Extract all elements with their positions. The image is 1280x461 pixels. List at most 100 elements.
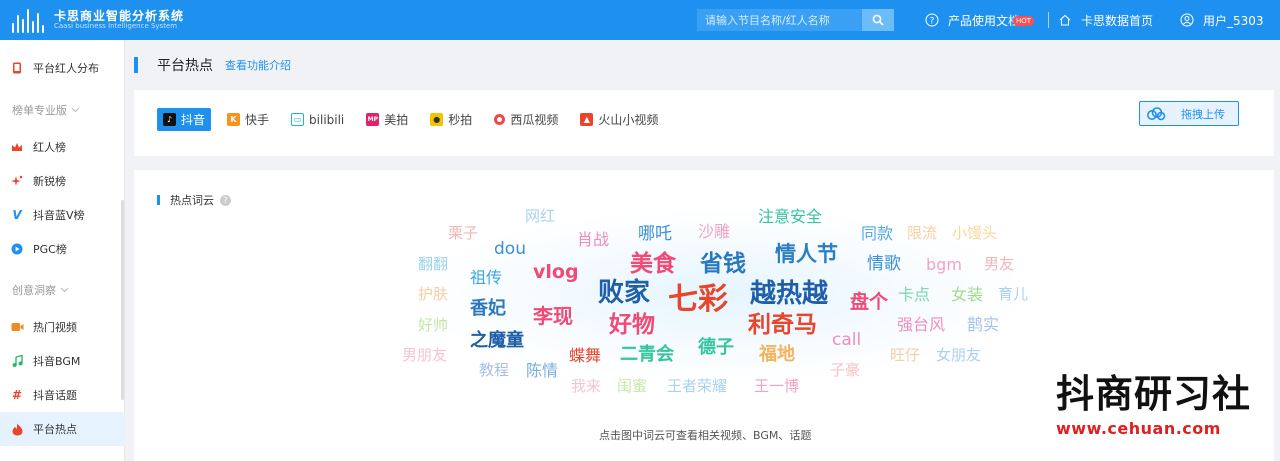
word-cloud-word[interactable]: 我来 — [571, 379, 601, 394]
word-cloud-word[interactable]: 鹊实 — [967, 317, 999, 333]
word-cloud-word[interactable]: 王一博 — [754, 379, 799, 394]
word-cloud-word[interactable]: 利奇马 — [748, 314, 817, 337]
word-cloud-word[interactable]: 注意安全 — [758, 209, 822, 225]
docs-link[interactable]: ? 产品使用文档 HOT — [925, 0, 1035, 40]
word-cloud-word[interactable]: 陈情 — [526, 363, 558, 379]
home-link[interactable]: 卡思数据首页 — [1058, 0, 1153, 40]
sidebar-item-label: 红人榜 — [33, 141, 66, 154]
word-cloud-word[interactable]: vlog — [533, 263, 579, 282]
word-cloud-word[interactable]: 闺蜜 — [617, 379, 647, 394]
crown-icon — [10, 142, 24, 152]
app-logo[interactable]: 卡思商业智能分析系统 Caasi business Intelligence S… — [12, 7, 184, 33]
tab-douyin[interactable]: ♪ 抖音 — [157, 108, 212, 131]
kuaishou-icon: K — [227, 113, 241, 126]
word-cloud-word[interactable]: 男友 — [984, 257, 1014, 272]
word-cloud-word[interactable]: 栗子 — [448, 226, 478, 241]
word-cloud-word[interactable]: 女装 — [951, 287, 983, 303]
sidebar-item-douyin-topics[interactable]: # 抖音话题 — [0, 378, 125, 412]
video-icon — [10, 322, 24, 332]
sidebar-scrollbar[interactable] — [121, 200, 124, 400]
docs-label: 产品使用文档 HOT — [948, 12, 1035, 29]
word-cloud-word[interactable]: 小馒头 — [952, 226, 997, 241]
search-input[interactable] — [697, 9, 862, 31]
word-cloud-word[interactable]: 子豪 — [830, 363, 860, 378]
header-accent-bar — [134, 57, 138, 73]
word-cloud-word[interactable]: 护肤 — [418, 287, 448, 302]
tab-huoshan[interactable]: ▲ 火山小视频 — [574, 108, 664, 131]
logo-mark-icon — [12, 7, 46, 33]
word-cloud-word[interactable]: 美食 — [630, 253, 676, 276]
word-cloud-word[interactable]: 之魔童 — [470, 332, 524, 350]
music-icon — [10, 355, 24, 367]
word-cloud-word[interactable]: 王者荣耀 — [667, 379, 727, 394]
word-cloud-word[interactable]: 教程 — [479, 363, 509, 378]
sidebar-item-label: 新锐榜 — [33, 175, 66, 188]
sidebar-item-rising-rank[interactable]: 新锐榜 — [0, 164, 125, 198]
word-cloud-word[interactable]: 李现 — [533, 306, 573, 326]
sidebar-item-label: 平台热点 — [33, 423, 77, 436]
word-cloud-word[interactable]: bgm — [926, 257, 962, 273]
user-label: 用户_5303 — [1203, 13, 1264, 28]
tab-meipai[interactable]: MP 美拍 — [360, 108, 414, 131]
word-cloud-word[interactable]: 省钱 — [700, 253, 746, 276]
sidebar-item-bluev-rank[interactable]: V 抖音蓝V榜 — [0, 198, 125, 232]
word-cloud-word[interactable]: 情歌 — [867, 256, 901, 273]
sidebar-item-platform-hotspots[interactable]: 平台热点 — [0, 412, 125, 446]
word-cloud-word[interactable]: 翻翻 — [418, 257, 448, 272]
tab-xigua[interactable]: 西瓜视频 — [488, 108, 564, 131]
word-cloud-word[interactable]: 二青会 — [620, 346, 674, 364]
tab-miaopai[interactable]: ● 秒拍 — [424, 108, 478, 131]
help-icon[interactable]: ? — [220, 194, 231, 206]
word-cloud-word[interactable]: 网红 — [525, 209, 555, 224]
word-cloud-word[interactable]: 祖传 — [470, 270, 502, 286]
tab-label: 火山小视频 — [598, 113, 659, 127]
word-cloud-word[interactable]: 旺仔 — [890, 348, 920, 363]
word-cloud-word[interactable]: 肖战 — [577, 232, 609, 248]
hashtag-icon: # — [11, 388, 23, 402]
feature-intro-link[interactable]: 查看功能介绍 — [225, 57, 291, 73]
meipai-icon: MP — [366, 113, 380, 126]
home-icon — [1059, 14, 1071, 26]
word-cloud-word[interactable]: 盘个 — [850, 293, 888, 312]
word-cloud-word[interactable]: 越热越 — [750, 281, 828, 307]
sidebar-item-label: 抖音BGM — [33, 355, 81, 368]
word-cloud-word[interactable]: 香妃 — [470, 300, 506, 318]
word-cloud-word[interactable]: 德子 — [698, 339, 734, 357]
word-cloud-word[interactable]: 强台风 — [897, 317, 945, 333]
tab-label: 抖音 — [181, 113, 206, 127]
phone-icon — [10, 62, 24, 74]
sidebar-item-platform-influencers[interactable]: 平台红人分布 — [0, 51, 125, 85]
word-cloud-word[interactable]: 沙雕 — [698, 224, 730, 240]
word-cloud-word[interactable]: 卡点 — [898, 287, 930, 303]
sidebar-item-influencer-rank[interactable]: 红人榜 — [0, 130, 125, 164]
sidebar-item-pgc-rank[interactable]: PGC榜 — [0, 232, 125, 266]
tab-bilibili[interactable]: ▭ bilibili — [285, 108, 350, 131]
section-accent-bar — [157, 195, 160, 205]
word-cloud-word[interactable]: 情人节 — [775, 244, 838, 265]
douyin-icon: ♪ — [163, 113, 176, 126]
word-cloud-word[interactable]: 同款 — [861, 226, 893, 242]
user-menu[interactable]: 用户_5303 — [1180, 0, 1264, 40]
huoshan-icon: ▲ — [580, 113, 594, 126]
tab-kuaishou[interactable]: K 快手 — [221, 108, 275, 131]
word-cloud-word[interactable]: 育儿 — [998, 287, 1028, 302]
search-button[interactable] — [862, 9, 894, 31]
upload-button[interactable]: 拖拽上传 — [1139, 101, 1239, 126]
word-cloud-word[interactable]: 败家 — [598, 280, 650, 306]
word-cloud-word[interactable]: 好物 — [609, 314, 655, 337]
word-cloud-word[interactable]: 好帅 — [418, 318, 448, 333]
sidebar-group-rankings[interactable]: 榜单专业版 — [12, 102, 80, 118]
word-cloud-word[interactable]: 七彩 — [668, 285, 728, 315]
sidebar-item-hot-videos[interactable]: 热门视频 — [0, 310, 125, 344]
word-cloud-word[interactable]: dou — [494, 241, 526, 258]
word-cloud-word[interactable]: 女朋友 — [936, 348, 981, 363]
word-cloud-word[interactable]: 福地 — [759, 346, 795, 364]
word-cloud-word[interactable]: call — [832, 332, 861, 349]
word-cloud-word[interactable]: 限流 — [907, 226, 937, 241]
sidebar-group-insights[interactable]: 创意洞察 — [12, 282, 69, 298]
word-cloud-word[interactable]: 蝶舞 — [569, 348, 601, 364]
sidebar-item-douyin-bgm[interactable]: 抖音BGM — [0, 344, 125, 378]
word-cloud-word[interactable]: 哪吒 — [638, 226, 672, 243]
word-cloud-word[interactable]: 男朋友 — [402, 348, 447, 363]
page-title: 平台热点 — [157, 58, 213, 74]
